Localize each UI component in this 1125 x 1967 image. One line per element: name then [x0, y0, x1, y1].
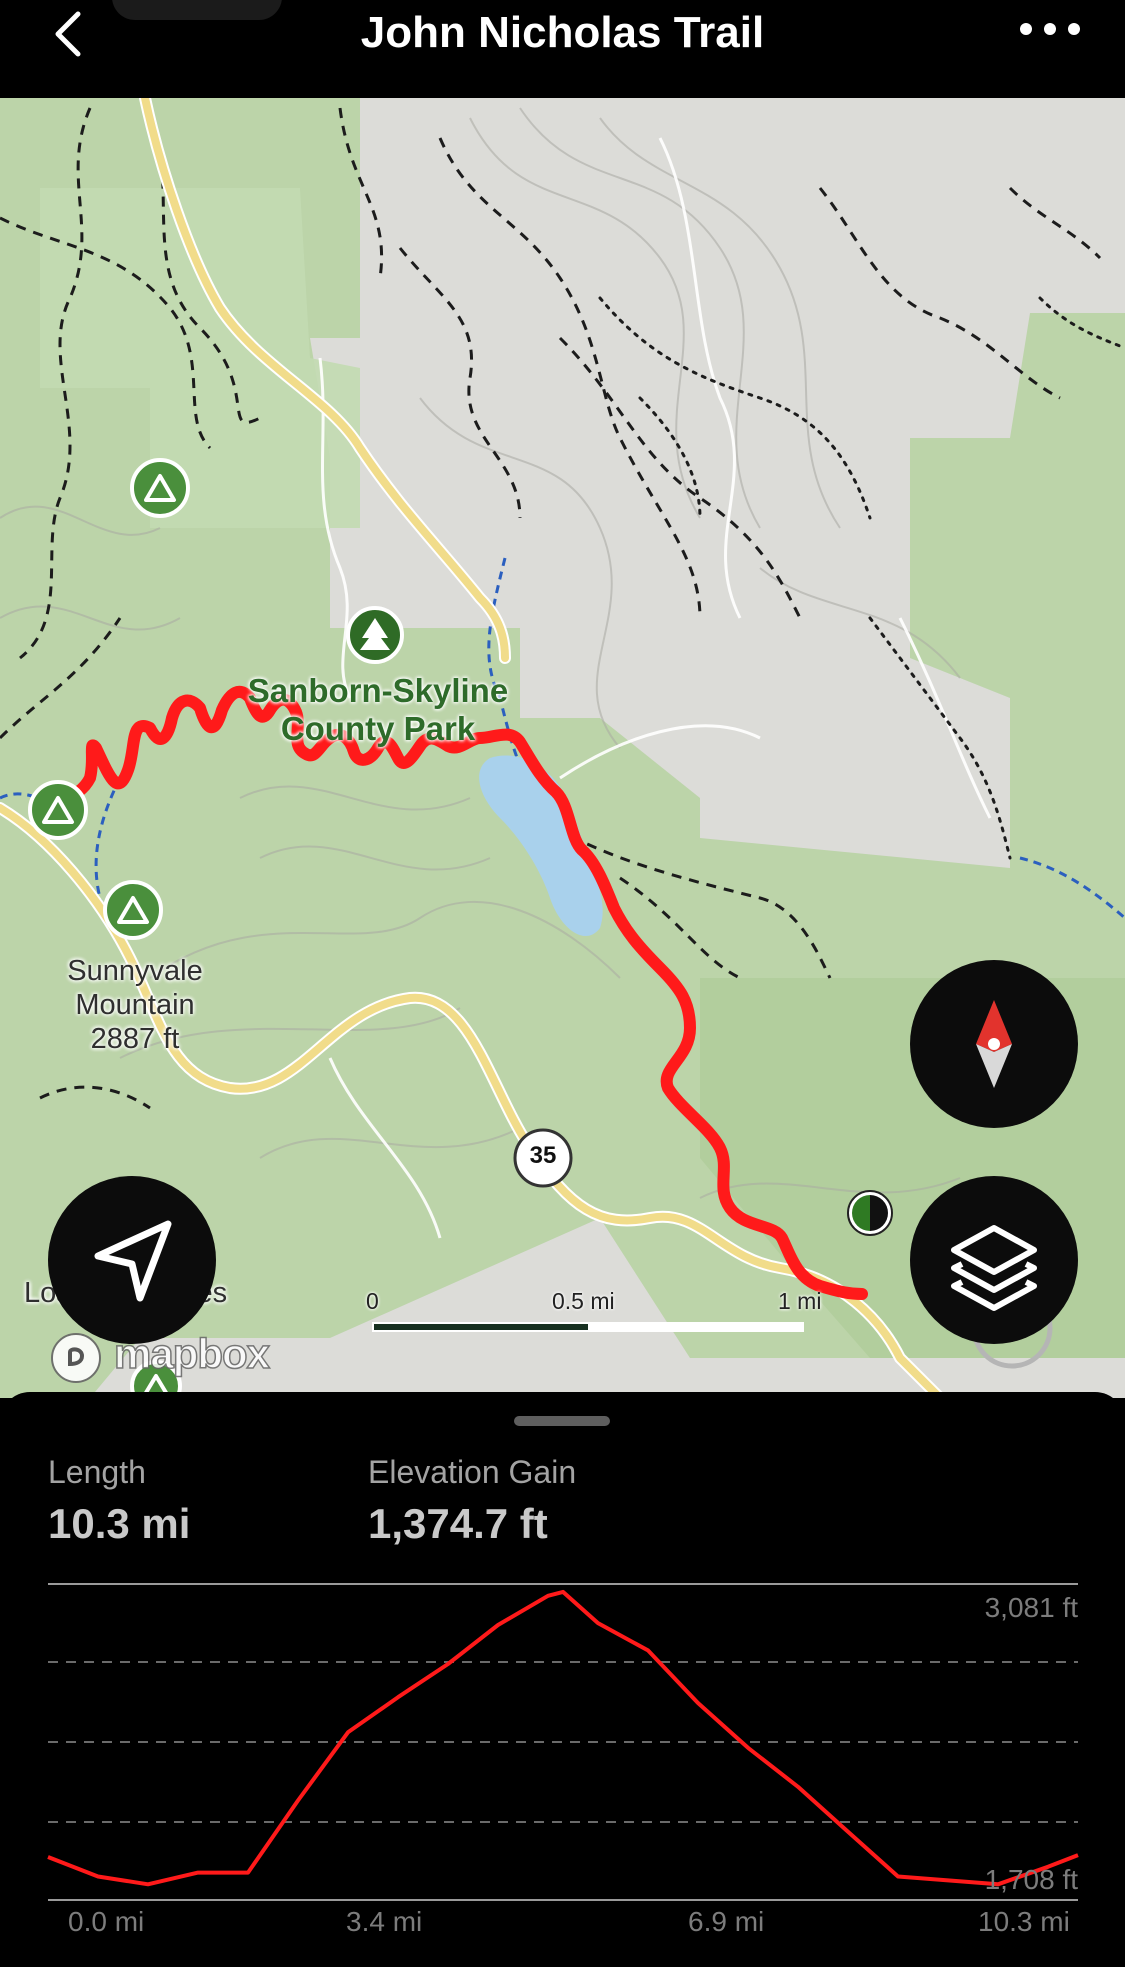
- locate-button[interactable]: [48, 1176, 216, 1344]
- trail-start-marker: [847, 1190, 893, 1236]
- campground-icon: [130, 458, 190, 518]
- scale-tick: 0.5 mi: [552, 1288, 615, 1314]
- sheet-grabber[interactable]: [514, 1416, 610, 1426]
- page-title: John Nicholas Trail: [360, 8, 765, 57]
- elevation-profile-chart[interactable]: 3,081 ft 1,708 ft: [47, 1582, 1079, 1902]
- top-bar: John Nicholas Trail: [0, 0, 1125, 98]
- trail-map[interactable]: Sanborn-Skyline County Park Sunnyvale Mo…: [0, 98, 1125, 1398]
- campground-icon: [103, 880, 163, 940]
- x-axis-label: 10.3 mi: [978, 1906, 1070, 1937]
- more-options-icon[interactable]: [1017, 14, 1083, 44]
- park-tree-icon: [346, 606, 404, 664]
- navigation-arrow-icon: [94, 1220, 172, 1302]
- layers-icon: [951, 1225, 1037, 1311]
- compass-icon: [976, 1000, 1012, 1088]
- peak-elevation: 2887 ft: [90, 1023, 180, 1056]
- x-axis-label: 3.4 mi: [346, 1906, 423, 1937]
- x-axis-label: 6.9 mi: [688, 1906, 765, 1937]
- y-axis-min-label: 1,708 ft: [984, 1864, 1078, 1895]
- length-label: Length: [48, 1454, 146, 1490]
- scale-bar-graphic: [372, 1322, 804, 1332]
- elevation-gain-value: 1,374.7 ft: [368, 1500, 548, 1547]
- scale-tick: 0: [366, 1288, 379, 1314]
- elevation-chart-svg: [47, 1583, 1079, 1901]
- mapbox-logo-icon: [51, 1333, 101, 1383]
- elevation-gain-label: Elevation Gain: [368, 1454, 577, 1490]
- scale-tick: 1 mi: [778, 1288, 822, 1314]
- peak-label: Sunnyvale Mountain 2887 ft: [40, 954, 230, 1057]
- park-label: Sanborn-Skyline County Park: [247, 672, 509, 747]
- campground-icon: [28, 780, 88, 840]
- highway-number: 35: [529, 1142, 557, 1169]
- length-value: 10.3 mi: [48, 1500, 191, 1547]
- elevation-line: [47, 1589, 1079, 1887]
- scale-bar: 0 0.5 mi 1 mi: [366, 1288, 821, 1336]
- mapbox-wordmark: mapbox: [113, 1329, 271, 1378]
- x-axis-label: 0.0 mi: [68, 1906, 145, 1937]
- compass-button[interactable]: [910, 960, 1078, 1128]
- peak-name: Sunnyvale Mountain: [67, 955, 203, 1022]
- y-axis-max-label: 3,081 ft: [984, 1592, 1078, 1623]
- layers-button[interactable]: [910, 1176, 1078, 1344]
